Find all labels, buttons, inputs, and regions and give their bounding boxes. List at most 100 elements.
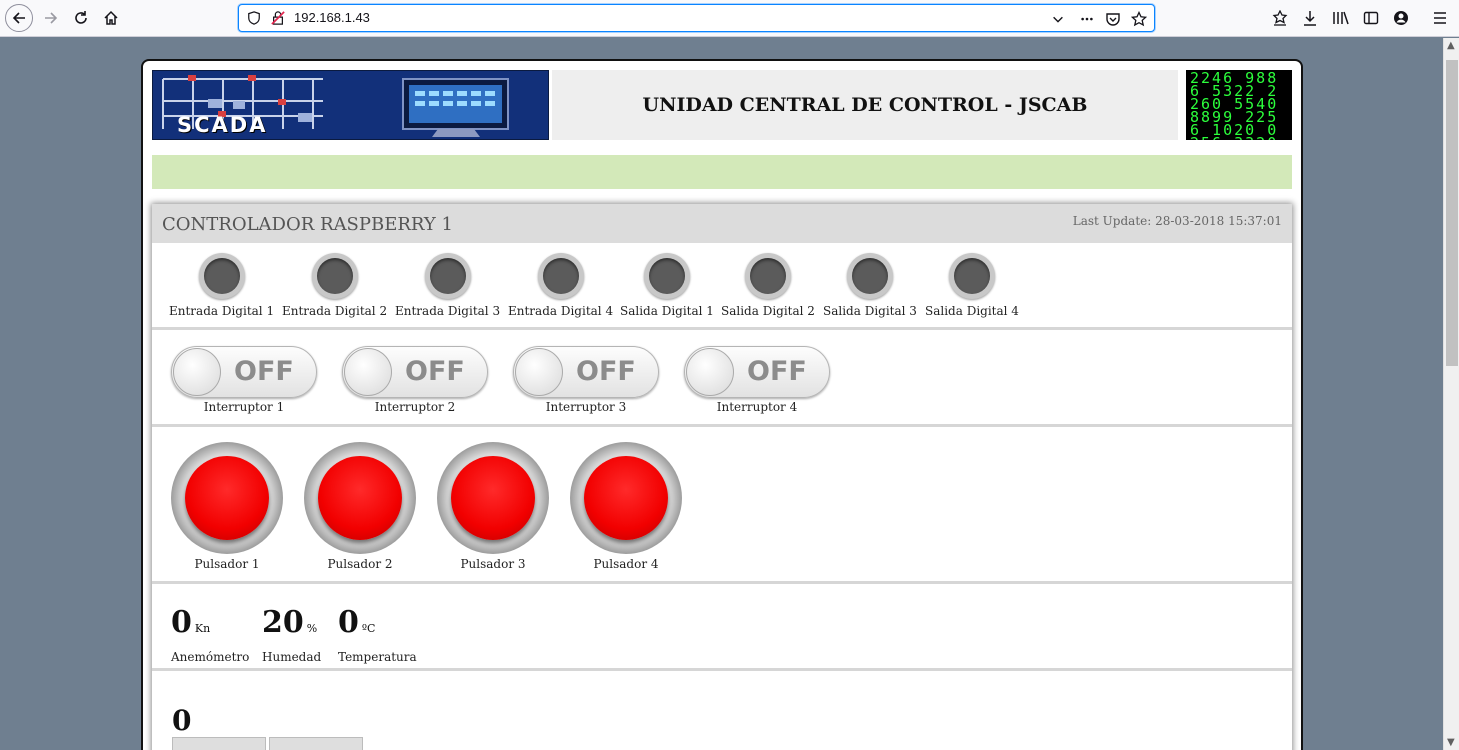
reload-button[interactable]: [68, 5, 94, 31]
red-button-icon[interactable]: [584, 456, 668, 540]
red-button-icon[interactable]: [318, 456, 402, 540]
pushbutton-ring[interactable]: [570, 442, 682, 554]
pushbutton-label: Pulsador 3: [460, 557, 526, 571]
switch-label: Interruptor 4: [716, 400, 798, 414]
sensors-row: 0 Kn Anemómetro 20% Humedad 0 ºC Temperatu…: [152, 584, 1292, 671]
toggle-state: OFF: [576, 356, 636, 387]
pushbutton-label: Pulsador 1: [194, 557, 260, 571]
led-label: Salida Digital 1: [620, 304, 714, 318]
sensor-humidity: 20% Humedad: [262, 608, 321, 665]
scada-logo: SCADA: [152, 70, 549, 140]
toggle-switch-body[interactable]: OFF: [684, 346, 830, 398]
sensor-value: 0: [171, 605, 192, 640]
arrow-left-icon: [12, 12, 25, 24]
arrow-right-icon: [45, 12, 58, 24]
pushbutton-ring[interactable]: [304, 442, 416, 554]
scrollbar-thumb[interactable]: [1446, 60, 1458, 366]
led-off-icon: [311, 253, 358, 299]
pushbutton-label: Pulsador 4: [593, 557, 659, 571]
reload-icon: [75, 11, 87, 24]
toggle-knob[interactable]: [173, 348, 221, 396]
pocket-icon[interactable]: [1105, 11, 1121, 27]
scroll-down-icon[interactable]: ▼: [1447, 737, 1455, 748]
hamburger-icon: [1434, 12, 1446, 24]
pushbutton[interactable]: Pulsador 1: [171, 442, 283, 571]
download-icon: [1304, 11, 1316, 26]
toggle-switch-body[interactable]: OFF: [342, 346, 488, 398]
account-button[interactable]: [1388, 5, 1414, 31]
toggle-state: OFF: [405, 356, 465, 387]
pushbutton[interactable]: Pulsador 4: [570, 442, 682, 571]
pushbutton-ring[interactable]: [437, 442, 549, 554]
bookmark-star-icon[interactable]: [1131, 11, 1147, 27]
sensor-value: 0: [338, 605, 359, 640]
toggle-state: OFF: [747, 356, 807, 387]
url-bar[interactable]: 192.168.1.43: [238, 4, 1155, 32]
led-label: Entrada Digital 1: [169, 304, 275, 318]
led-label: Salida Digital 3: [823, 304, 917, 318]
panel-title: CONTROLADOR RASPBERRY 1: [162, 214, 453, 235]
led-off-icon: [744, 253, 791, 299]
more-options-icon[interactable]: [1079, 12, 1095, 26]
gray-button-1[interactable]: [172, 737, 266, 750]
toggle-switch-body[interactable]: OFF: [513, 346, 659, 398]
sensor-unit: ºC: [361, 622, 376, 635]
status-bar: [152, 155, 1292, 189]
shield-icon: [248, 11, 260, 25]
url-text: 192.168.1.43: [294, 10, 370, 25]
account-icon: [1394, 11, 1408, 25]
toggle-switch-body[interactable]: OFF: [171, 346, 317, 398]
toggle-switch[interactable]: OFF Interruptor 1: [171, 346, 317, 414]
toggle-switch[interactable]: OFF Interruptor 3: [513, 346, 659, 414]
star-list-icon: [1272, 10, 1288, 26]
led-off-icon: [948, 253, 995, 299]
home-button[interactable]: [98, 5, 124, 31]
menu-button[interactable]: [1427, 5, 1453, 31]
red-button-icon[interactable]: [185, 456, 269, 540]
sensor-anemometer: 0 Kn Anemómetro: [171, 605, 250, 665]
browser-toolbar: 192.168.1.43: [0, 0, 1459, 37]
panel-header: CONTROLADOR RASPBERRY 1 Last Update: 28-…: [152, 204, 1292, 243]
red-button-icon[interactable]: [451, 456, 535, 540]
sensor-label: Anemómetro: [171, 650, 250, 664]
led-indicator: Salida Digital 1: [620, 253, 714, 318]
led-label: Salida Digital 2: [721, 304, 815, 318]
led-indicator: Entrada Digital 1: [169, 253, 274, 318]
last-update: Last Update: 28-03-2018 15:37:01: [1072, 214, 1282, 228]
forward-button[interactable]: [38, 5, 64, 31]
library-button[interactable]: [1328, 5, 1354, 31]
sensor-temperature: 0 ºC Temperatura: [338, 605, 417, 665]
led-indicator: Entrada Digital 2: [282, 253, 387, 318]
sensor-unit: %: [306, 622, 318, 635]
scroll-up-icon[interactable]: ▲: [1447, 40, 1455, 51]
toggle-knob[interactable]: [344, 348, 392, 396]
chevron-down-icon[interactable]: [1051, 12, 1065, 26]
led-indicator: Entrada Digital 3: [395, 253, 500, 318]
led-label: Entrada Digital 4: [508, 304, 614, 318]
toggle-switch[interactable]: OFF Interruptor 4: [684, 346, 830, 414]
toggle-state: OFF: [234, 356, 294, 387]
pushbutton-ring[interactable]: [171, 442, 283, 554]
digital-io-row: Entrada Digital 1 Entrada Digital 2 Entr…: [152, 243, 1292, 330]
scada-logo-text: SCADA: [177, 113, 268, 137]
toggle-knob[interactable]: [515, 348, 563, 396]
back-button[interactable]: [5, 4, 33, 32]
toggle-knob[interactable]: [686, 348, 734, 396]
page-scrollbar[interactable]: ▲ ▼: [1443, 38, 1459, 750]
reader-button[interactable]: [1267, 5, 1293, 31]
matrix-image: 2246 9886 5322 2260 5540 8899 2256 1020 …: [1186, 70, 1292, 140]
led-indicator: Salida Digital 4: [925, 253, 1019, 318]
pushbutton[interactable]: Pulsador 3: [437, 442, 549, 571]
scada-page: SCADA UNIDAD CENTRAL DE CONTROL - JSCAB …: [141, 59, 1303, 750]
home-icon: [104, 10, 118, 25]
led-indicator: Salida Digital 2: [721, 253, 815, 318]
downloads-button[interactable]: [1297, 5, 1323, 31]
led-indicator: Entrada Digital 4: [508, 253, 613, 318]
pushbutton[interactable]: Pulsador 2: [304, 442, 416, 571]
sensor-unit: Kn: [194, 622, 211, 635]
sidebar-button[interactable]: [1358, 5, 1384, 31]
pushbutton-label: Pulsador 2: [327, 557, 393, 571]
toggle-switch[interactable]: OFF Interruptor 2: [342, 346, 488, 414]
switch-label: Interruptor 2: [374, 400, 456, 414]
gray-button-2[interactable]: [269, 737, 363, 750]
